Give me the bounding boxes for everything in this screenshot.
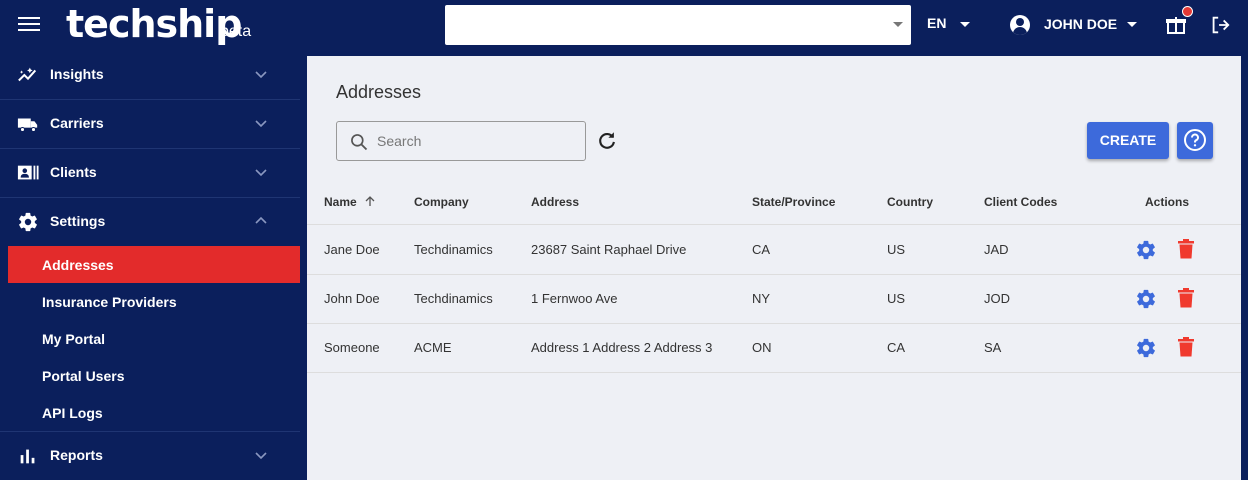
sidebar-item-label: Carriers (50, 115, 104, 131)
table-row[interactable]: Someone ACME Address 1 Address 2 Address… (307, 324, 1241, 373)
edit-gear-icon[interactable] (1135, 288, 1157, 310)
column-header-company[interactable]: Company (414, 195, 469, 209)
main-content: Addresses CREATE Name Company Address St… (307, 56, 1241, 480)
delete-icon[interactable] (1178, 239, 1194, 259)
table-row[interactable]: Jane Doe Techdinamics 23687 Saint Raphae… (307, 226, 1241, 275)
cell-state: CA (752, 242, 771, 257)
sidebar-item-insurance-providers[interactable]: Insurance Providers (8, 283, 300, 320)
cell-company: Techdinamics (414, 291, 493, 306)
cell-address: 1 Fernwoo Ave (531, 291, 618, 306)
edit-gear-icon[interactable] (1135, 337, 1157, 359)
cell-client-codes: JAD (984, 242, 1009, 257)
search-input[interactable] (377, 130, 577, 152)
menu-icon[interactable] (18, 14, 40, 36)
sidebar-item-addresses[interactable]: Addresses (8, 246, 300, 283)
language-label: EN (927, 15, 947, 31)
cell-name: Someone (324, 340, 380, 355)
sidebar-item-label: Insights (50, 66, 104, 82)
help-button[interactable] (1177, 122, 1213, 159)
bar-chart-icon (20, 449, 35, 464)
sidebar-item-api-logs[interactable]: API Logs (8, 394, 300, 431)
sidebar-item-settings[interactable]: Settings (0, 198, 300, 246)
chevron-down-icon (255, 71, 267, 79)
user-menu[interactable]: JOHN DOE (1010, 13, 1140, 37)
refresh-icon[interactable] (596, 130, 618, 152)
sidebar-item-label: Clients (50, 164, 97, 180)
sort-arrow-up-icon (365, 196, 375, 206)
cell-state: ON (752, 340, 772, 355)
sidebar-item-clients[interactable]: Clients (0, 149, 300, 197)
sidebar-item-portal-users[interactable]: Portal Users (8, 357, 300, 394)
notification-dot (1182, 6, 1193, 17)
create-button[interactable]: CREATE (1087, 122, 1169, 159)
cell-client-codes: JOD (984, 291, 1010, 306)
gift-icon[interactable] (1166, 6, 1193, 35)
sidebar-item-label: Reports (50, 447, 103, 463)
cell-country: US (887, 291, 906, 306)
contacts-icon (17, 165, 39, 180)
cell-company: Techdinamics (414, 242, 493, 257)
help-icon (1184, 129, 1206, 151)
delete-icon[interactable] (1178, 337, 1194, 357)
chevron-up-icon (255, 216, 267, 224)
cell-name: Jane Doe (324, 242, 380, 257)
sidebar-item-label: Addresses (42, 257, 114, 273)
global-select[interactable] (445, 5, 911, 45)
logo-beta-label: beta (220, 23, 252, 40)
table-row[interactable]: John Doe Techdinamics 1 Fernwoo Ave NY U… (307, 275, 1241, 324)
cell-client-codes: SA (984, 340, 1002, 355)
column-header-address[interactable]: Address (531, 195, 579, 209)
edit-gear-icon[interactable] (1135, 239, 1157, 261)
sidebar-item-my-portal[interactable]: My Portal (8, 320, 300, 357)
language-select[interactable]: EN (927, 15, 970, 31)
top-bar: techship beta EN JOHN DOE (0, 0, 1248, 51)
sidebar-item-reports[interactable]: Reports (0, 432, 300, 480)
insights-icon (18, 67, 37, 82)
sidebar-item-label: Insurance Providers (42, 294, 177, 310)
cell-name: John Doe (324, 291, 380, 306)
sidebar-item-label: Settings (50, 213, 106, 229)
sidebar-item-carriers[interactable]: Carriers (0, 100, 300, 148)
cell-country: US (887, 242, 906, 257)
logout-icon[interactable] (1209, 14, 1231, 36)
user-name: JOHN DOE (1044, 16, 1118, 32)
chevron-down-icon (893, 22, 903, 27)
cell-country: CA (887, 340, 906, 355)
column-header-state[interactable]: State/Province (752, 195, 835, 209)
column-header-name[interactable]: Name (324, 195, 376, 209)
chevron-down-icon (255, 120, 267, 128)
chevron-down-icon (255, 169, 267, 177)
cell-company: ACME (414, 340, 452, 355)
truck-icon (17, 118, 38, 132)
column-header-actions: Actions (1145, 195, 1190, 209)
column-header-client-codes[interactable]: Client Codes (984, 195, 1057, 209)
sidebar-item-label: Portal Users (42, 368, 125, 384)
chevron-down-icon (960, 22, 970, 27)
chevron-down-icon (255, 452, 267, 460)
cell-address: Address 1 Address 2 Address 3 (531, 340, 713, 355)
account-icon (1010, 15, 1030, 35)
column-header-country[interactable]: Country (887, 195, 933, 209)
search-box[interactable] (336, 121, 586, 161)
cell-state: NY (752, 291, 771, 306)
delete-icon[interactable] (1178, 288, 1194, 308)
logo: techship (66, 2, 242, 46)
sidebar-item-label: API Logs (42, 405, 103, 421)
sidebar-item-label: My Portal (42, 331, 106, 347)
table-header: Name Company Address State/Province Coun… (307, 177, 1241, 225)
chevron-down-icon (1127, 22, 1137, 27)
cell-address: 23687 Saint Raphael Drive (531, 242, 687, 257)
sidebar: Insights Carriers Clients Settings Addre… (0, 51, 300, 480)
search-icon (351, 134, 368, 151)
page-title: Addresses (336, 82, 422, 102)
gear-icon (19, 212, 37, 232)
sidebar-item-insights[interactable]: Insights (0, 51, 300, 99)
